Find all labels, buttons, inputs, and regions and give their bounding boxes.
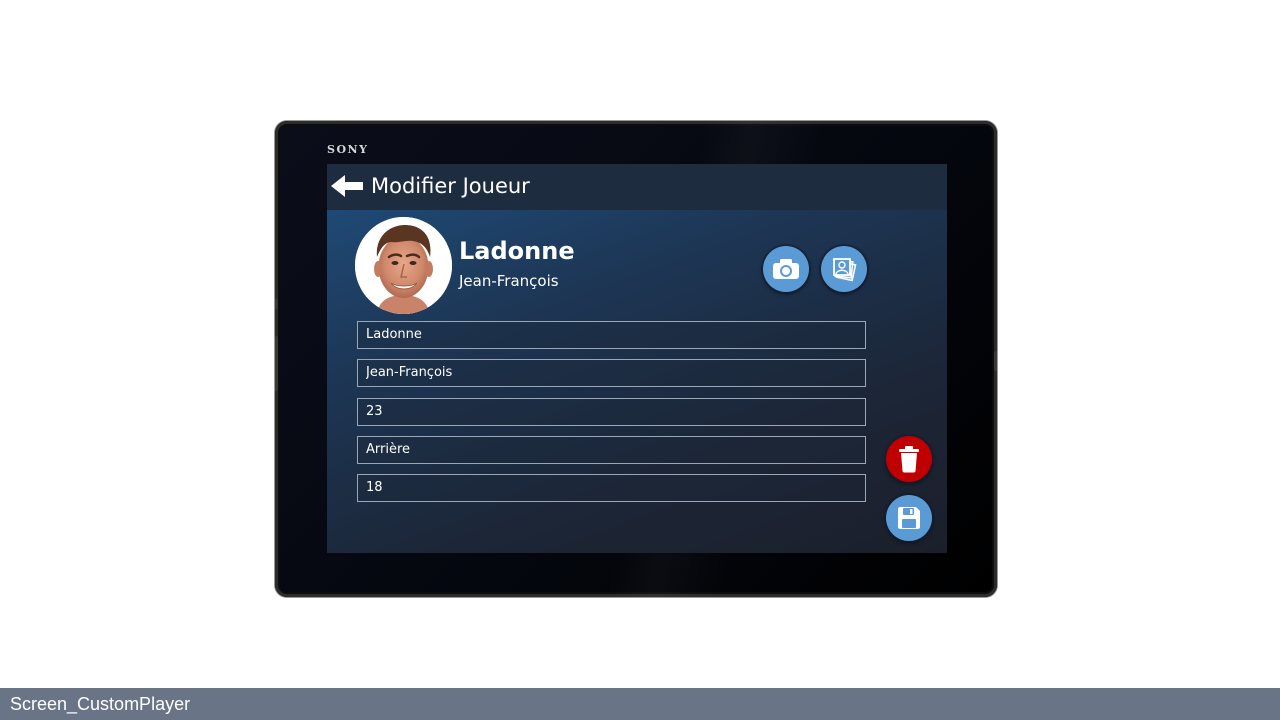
page-title: Modifier Joueur [371, 174, 530, 198]
tablet-device: SONY Modifier Joueur Ladonne Jean-Franço… [275, 121, 997, 597]
slide-canvas: SONY Modifier Joueur Ladonne Jean-Franço… [0, 0, 1280, 720]
gallery-icon [833, 258, 857, 282]
number-field[interactable] [357, 398, 866, 426]
delete-player-button[interactable] [886, 436, 932, 482]
last-name-field[interactable] [357, 321, 866, 349]
screen-name-footer: Screen_CustomPlayer [0, 688, 1280, 720]
side-button [275, 299, 278, 309]
player-last-name-heading: Ladonne [459, 237, 575, 265]
floppy-disk-icon [898, 507, 920, 529]
arrow-left-icon [331, 175, 363, 197]
side-button [275, 336, 278, 391]
player-photo-image [355, 217, 452, 314]
back-button[interactable] [329, 172, 365, 200]
position-field[interactable] [357, 436, 866, 464]
brand-logo: SONY [327, 143, 369, 156]
save-player-button[interactable] [886, 495, 932, 541]
top-bar: Modifier Joueur [327, 164, 947, 210]
choose-from-gallery-button[interactable] [821, 246, 867, 292]
player-photo [355, 217, 452, 314]
first-name-field[interactable] [357, 359, 866, 387]
trash-icon [899, 446, 919, 473]
camera-icon [773, 259, 799, 279]
take-photo-button[interactable] [763, 246, 809, 292]
side-button [994, 351, 997, 371]
player-first-name-subheading: Jean-François [459, 272, 559, 290]
app-screen: Modifier Joueur Ladonne Jean-François La… [327, 164, 947, 553]
age-field[interactable] [357, 474, 866, 502]
